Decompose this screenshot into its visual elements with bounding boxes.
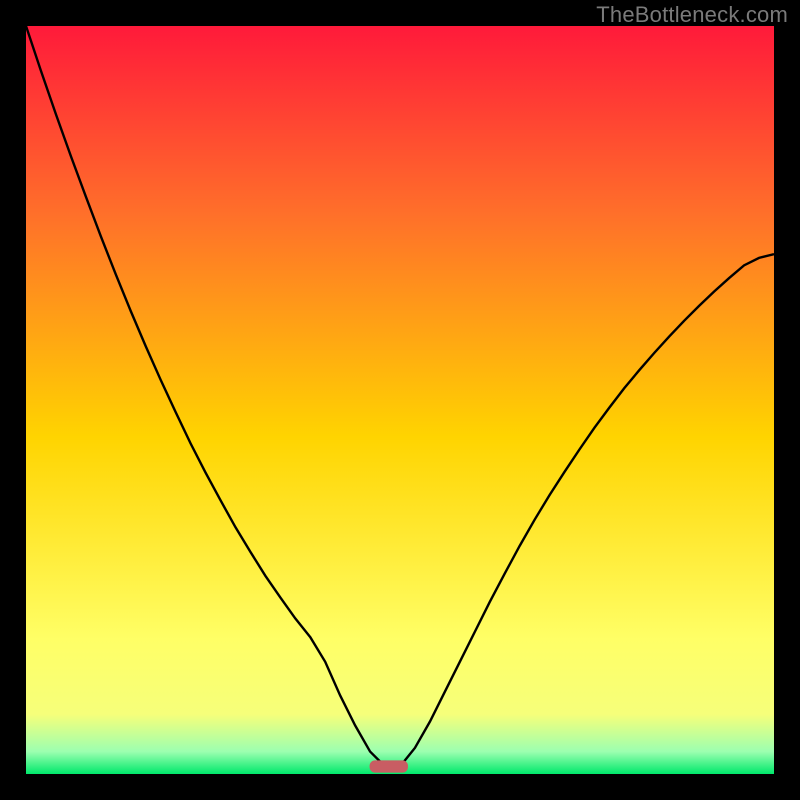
chart-svg xyxy=(26,26,774,774)
chart-background xyxy=(26,26,774,774)
chart-frame: TheBottleneck.com xyxy=(0,0,800,800)
watermark-text: TheBottleneck.com xyxy=(596,2,788,28)
chart-plot-area xyxy=(26,26,774,774)
optimal-point-marker xyxy=(370,761,407,772)
